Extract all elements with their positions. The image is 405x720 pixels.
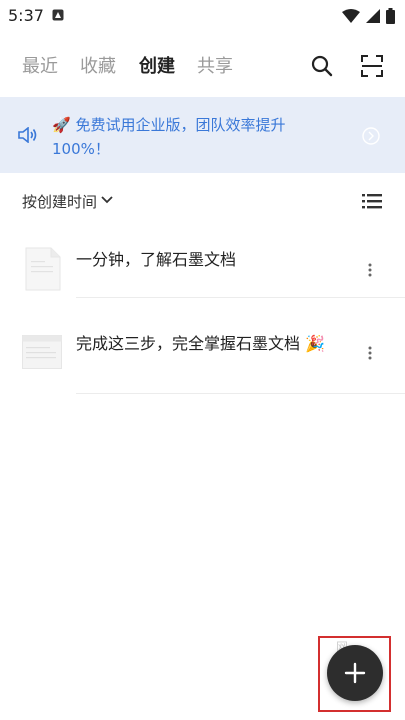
top-tab-bar: 最近 收藏 创建 共享 bbox=[0, 48, 405, 84]
divider bbox=[76, 393, 405, 394]
speaker-icon bbox=[18, 127, 37, 143]
chevron-down-icon[interactable] bbox=[101, 195, 113, 205]
document-more-button[interactable] bbox=[360, 260, 380, 280]
sort-bar: 按创建时间 bbox=[0, 185, 405, 217]
more-vertical-icon bbox=[368, 346, 372, 360]
status-bar: 5:37 bbox=[0, 0, 405, 32]
status-icons bbox=[342, 8, 395, 24]
plus-icon bbox=[344, 662, 366, 684]
document-title[interactable]: 一分钟，了解石墨文档 bbox=[76, 246, 236, 270]
document-item[interactable]: 完成这三步，完全掌握石墨文档 🎉 bbox=[0, 298, 405, 394]
document-more-button[interactable] bbox=[360, 343, 380, 363]
scan-icon bbox=[361, 55, 383, 77]
document-title[interactable]: 完成这三步，完全掌握石墨文档 🎉 bbox=[76, 330, 325, 354]
create-fab-button[interactable] bbox=[327, 645, 383, 701]
notification-icon bbox=[52, 9, 64, 21]
document-thumbnail-icon bbox=[25, 247, 61, 291]
tab-shared[interactable]: 共享 bbox=[197, 52, 233, 78]
tab-favorites[interactable]: 收藏 bbox=[80, 52, 116, 78]
search-button[interactable] bbox=[304, 48, 340, 84]
wifi-icon bbox=[342, 9, 360, 23]
tab-recent[interactable]: 最近 bbox=[22, 52, 58, 78]
battery-icon bbox=[386, 8, 395, 24]
list-view-icon[interactable] bbox=[362, 192, 382, 210]
tab-created[interactable]: 创建 bbox=[139, 52, 175, 78]
banner-close-icon[interactable] bbox=[362, 127, 380, 145]
search-icon bbox=[311, 55, 333, 77]
scan-button[interactable] bbox=[354, 48, 390, 84]
status-time: 5:37 bbox=[8, 6, 44, 25]
more-vertical-icon bbox=[368, 263, 372, 277]
sort-dropdown[interactable]: 按创建时间 bbox=[22, 191, 97, 212]
banner-text[interactable]: 🚀 免费试用企业版，团队效率提升100%！ bbox=[52, 113, 322, 161]
signal-icon bbox=[366, 9, 380, 23]
document-thumbnail-icon bbox=[22, 335, 62, 369]
